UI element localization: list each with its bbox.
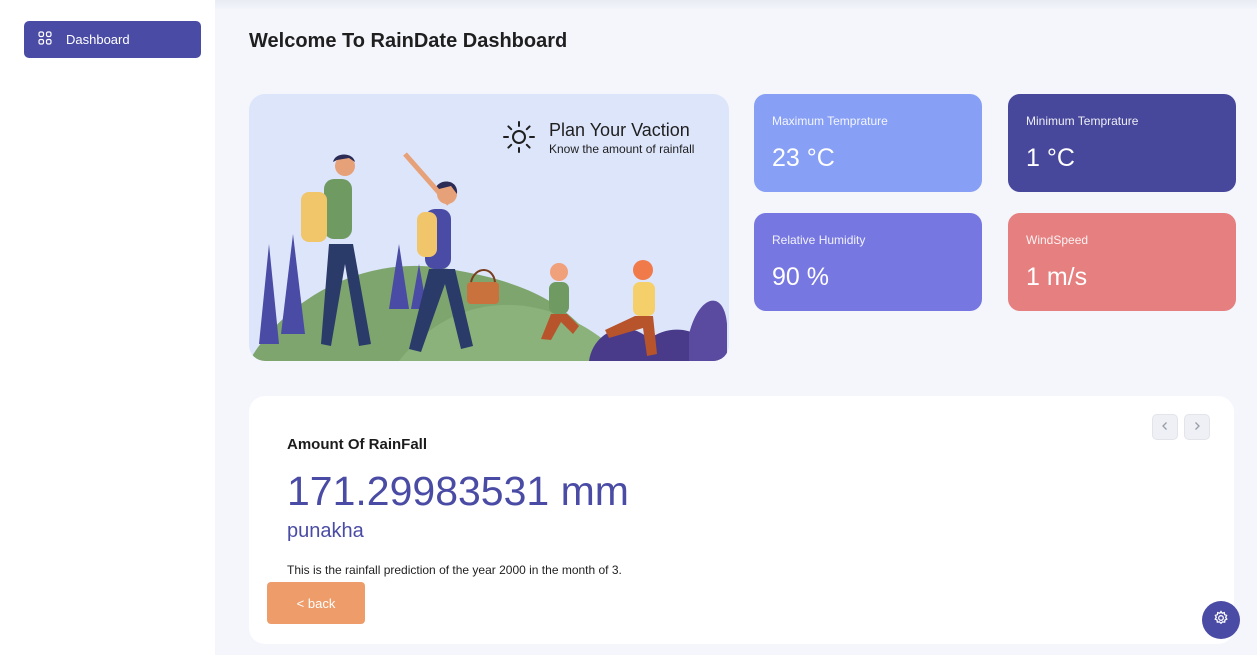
- stat-value: 1 m/s: [1026, 263, 1088, 291]
- stat-label: Maximum Temprature: [772, 114, 888, 128]
- prev-button[interactable]: [1152, 414, 1178, 440]
- page-title: Welcome To RainDate Dashboard: [249, 30, 568, 52]
- sun-icon: [502, 120, 536, 159]
- rainfall-heading: Amount Of RainFall: [287, 436, 427, 453]
- stat-value: 23 °C: [772, 144, 835, 172]
- stat-card-max-temperature: Maximum Temprature 23 °C: [754, 94, 982, 192]
- stat-card-min-temperature: Minimum Temprature 1 °C: [1008, 94, 1236, 192]
- stat-label: Minimum Temprature: [1026, 114, 1139, 128]
- back-button[interactable]: < back: [267, 582, 365, 624]
- rainfall-value: 171.29983531 mm: [287, 468, 629, 514]
- sidebar-item-label: Dashboard: [66, 32, 130, 47]
- stat-value: 90 %: [772, 263, 829, 291]
- stat-card-windspeed: WindSpeed 1 m/s: [1008, 213, 1236, 311]
- settings-button[interactable]: [1202, 601, 1240, 639]
- chevron-right-icon: [1192, 418, 1202, 436]
- next-button[interactable]: [1184, 414, 1210, 440]
- stat-label: WindSpeed: [1026, 233, 1089, 247]
- rainfall-note: This is the rainfall prediction of the y…: [287, 563, 622, 577]
- hero-subtitle: Know the amount of rainfall: [549, 142, 695, 156]
- stat-card-humidity: Relative Humidity 90 %: [754, 213, 982, 311]
- sidebar-item-dashboard[interactable]: Dashboard: [24, 21, 201, 58]
- hero-text: Plan Your Vaction Know the amount of rai…: [549, 120, 694, 156]
- stat-value: 1 °C: [1026, 144, 1075, 172]
- rainfall-card: Amount Of RainFall 171.29983531 mm punak…: [249, 396, 1234, 644]
- grid-icon: [38, 31, 66, 48]
- rainfall-place: punakha: [287, 520, 364, 542]
- sidebar: Dashboard: [0, 0, 215, 655]
- gear-icon: [1213, 609, 1229, 631]
- chevron-left-icon: [1160, 418, 1170, 436]
- hero-banner: Plan Your Vaction Know the amount of rai…: [249, 94, 729, 361]
- hero-title: Plan Your Vaction: [549, 120, 690, 140]
- stat-label: Relative Humidity: [772, 233, 866, 247]
